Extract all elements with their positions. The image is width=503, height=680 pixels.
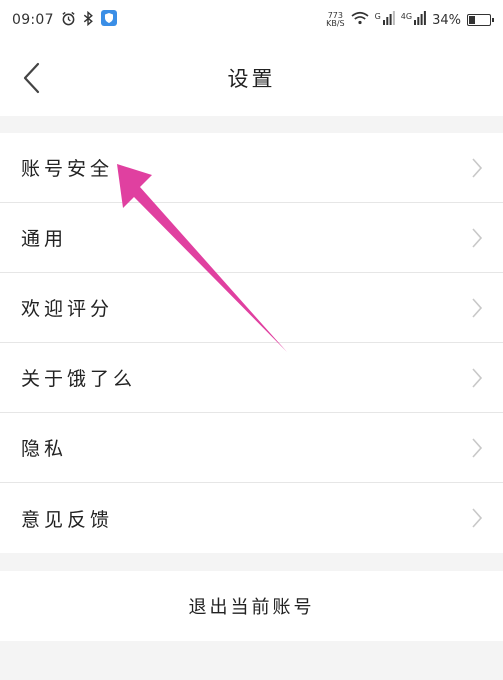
signal-icon: [414, 11, 426, 29]
settings-item-label: 通用: [21, 228, 68, 250]
settings-item-account-security[interactable]: 账号安全: [0, 133, 503, 203]
battery-level-fill: [469, 16, 475, 24]
sim2-type: 4G: [400, 11, 413, 21]
signal-icon: [382, 11, 395, 29]
status-bar: 09:07 773 KB/S G 4G 34%: [0, 0, 503, 40]
page-title: 设置: [227, 67, 276, 91]
logout-button[interactable]: 退出当前账号: [0, 571, 503, 641]
shield-app-icon: [100, 10, 117, 30]
battery-icon: [467, 14, 494, 26]
settings-item-general[interactable]: 通用: [0, 203, 503, 273]
chevron-right-icon: [471, 297, 483, 319]
settings-list: 账号安全 通用 欢迎评分 关于饿了么 隐私 意见反馈: [0, 133, 503, 553]
settings-item-feedback[interactable]: 意见反馈: [0, 483, 503, 553]
alarm-icon: [61, 11, 76, 30]
chevron-right-icon: [471, 507, 483, 529]
sim1-type: G: [374, 11, 381, 21]
settings-item-about[interactable]: 关于饿了么: [0, 343, 503, 413]
settings-item-label: 账号安全: [21, 158, 114, 180]
battery-percent: 34%: [432, 12, 461, 28]
wifi-icon: [351, 11, 369, 29]
logout-label: 退出当前账号: [188, 597, 315, 618]
settings-item-label: 欢迎评分: [21, 298, 114, 320]
chevron-right-icon: [471, 157, 483, 179]
status-time: 09:07: [12, 12, 54, 28]
settings-item-label: 关于饿了么: [21, 368, 137, 390]
network-speed: 773 KB/S: [326, 11, 345, 28]
settings-item-label: 意见反馈: [21, 508, 114, 531]
settings-item-privacy[interactable]: 隐私: [0, 413, 503, 483]
nav-bar: 设置: [0, 40, 503, 116]
chevron-right-icon: [471, 367, 483, 389]
chevron-right-icon: [471, 437, 483, 459]
chevron-right-icon: [471, 227, 483, 249]
settings-item-rate-app[interactable]: 欢迎评分: [0, 273, 503, 343]
settings-item-label: 隐私: [21, 438, 68, 460]
back-icon[interactable]: [18, 60, 48, 96]
bluetooth-icon: [83, 10, 94, 30]
settings-screen: 09:07 773 KB/S G 4G 34% 设置 账号安全 通用 欢迎评分 …: [0, 0, 503, 680]
